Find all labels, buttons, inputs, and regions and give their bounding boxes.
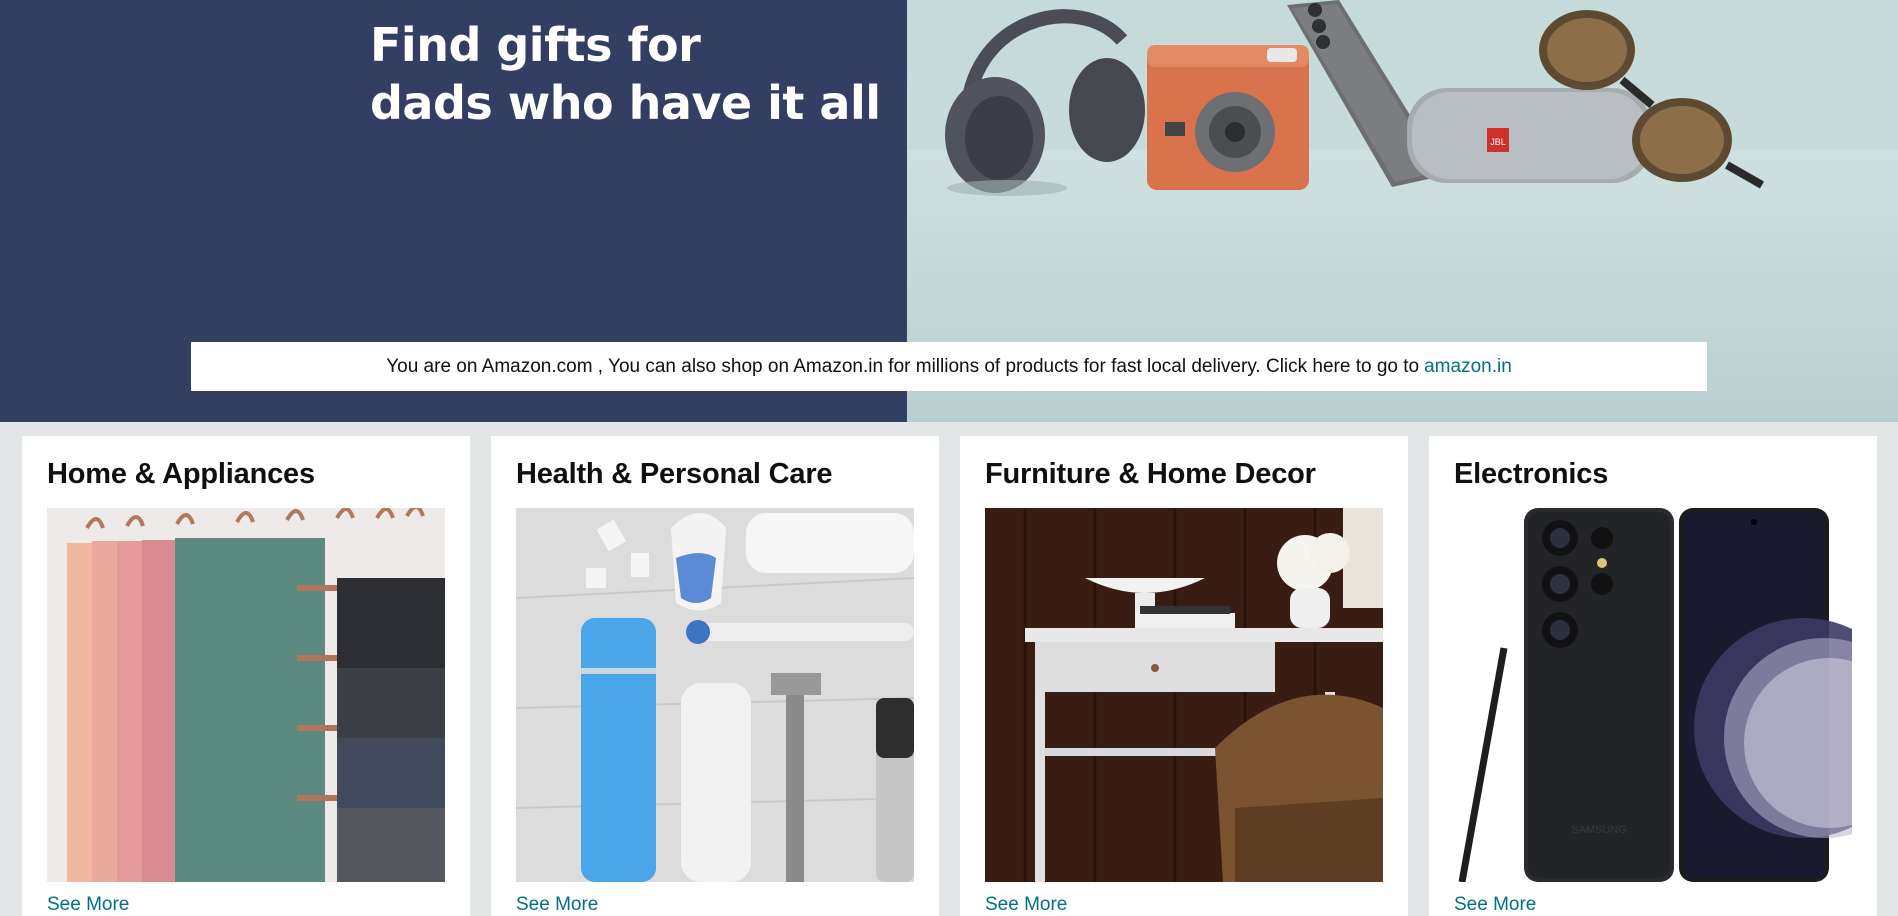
- locale-notice-banner: You are on Amazon.com , You can also sho…: [191, 342, 1707, 391]
- hero-headline: Find gifts for dads who have it all: [370, 16, 881, 132]
- home-appliances-image[interactable]: [47, 508, 445, 882]
- furniture-home-decor-image[interactable]: [985, 508, 1383, 882]
- headline-line-1: Find gifts for: [370, 18, 701, 72]
- card-furniture-home-decor: Furniture & Home Decor See More: [960, 436, 1408, 916]
- card-electronics: Electronics SAMSUNG See More: [1429, 436, 1877, 916]
- card-title: Furniture & Home Decor: [985, 458, 1316, 490]
- instant-camera-image: [1147, 45, 1309, 190]
- headline-line-2: dads who have it all: [370, 76, 881, 130]
- see-more-link[interactable]: See More: [985, 894, 1067, 916]
- headphones-image: [945, 9, 1145, 196]
- electronics-image[interactable]: SAMSUNG: [1454, 508, 1852, 882]
- see-more-link[interactable]: See More: [47, 894, 129, 916]
- see-more-link[interactable]: See More: [1454, 894, 1536, 916]
- hero-banner[interactable]: JBL Find gifts for dads who have it all …: [0, 0, 1898, 422]
- card-title: Home & Appliances: [47, 458, 315, 490]
- card-title: Electronics: [1454, 458, 1609, 490]
- card-home-appliances: Home & Appliances See More: [22, 436, 470, 916]
- svg-text:SAMSUNG: SAMSUNG: [1571, 824, 1627, 836]
- speaker-image: JBL: [1407, 88, 1652, 183]
- svg-text:JBL: JBL: [1490, 137, 1506, 147]
- card-health-personal-care: Health & Personal Care See More: [491, 436, 939, 916]
- notice-text: You are on Amazon.com , You can also sho…: [386, 355, 1420, 377]
- health-personal-care-image[interactable]: [516, 508, 914, 882]
- category-cards: Home & Appliances See More Health & Pers…: [22, 436, 1878, 916]
- amazon-in-link[interactable]: amazon.in: [1424, 356, 1512, 378]
- see-more-link[interactable]: See More: [516, 894, 598, 916]
- card-title: Health & Personal Care: [516, 458, 833, 490]
